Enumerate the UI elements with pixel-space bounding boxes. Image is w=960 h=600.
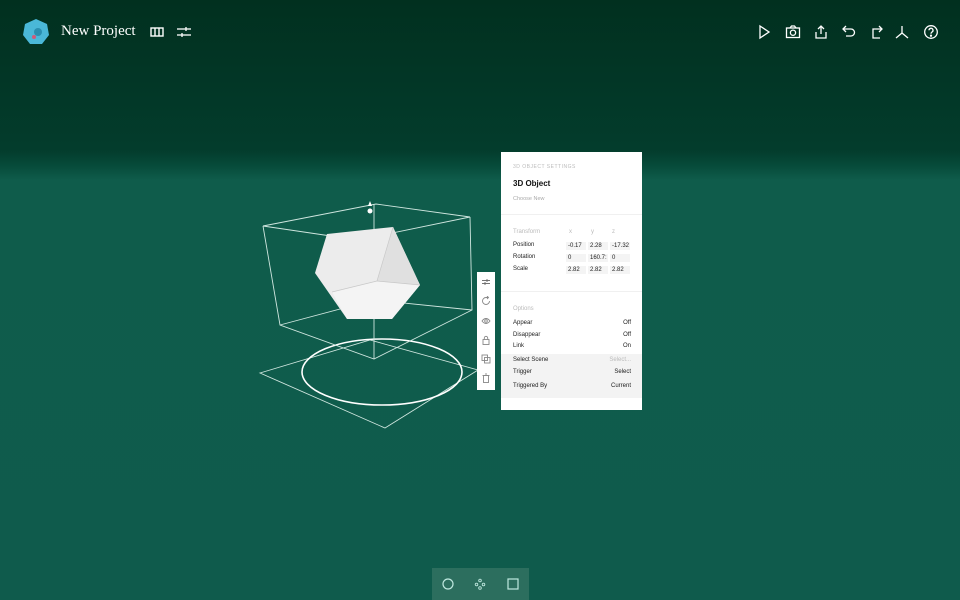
rotation-y-input[interactable]: 160.7: xyxy=(588,254,608,262)
rotation-z-input[interactable]: 0 xyxy=(610,254,630,262)
scale-row: Scale 2.82 2.82 2.82 xyxy=(513,266,631,276)
eye-icon[interactable] xyxy=(481,316,491,326)
select-scene-dropdown[interactable]: Select... xyxy=(609,357,631,363)
lock-icon[interactable] xyxy=(481,335,491,345)
disappear-label: Disappear xyxy=(513,332,541,338)
square-icon[interactable] xyxy=(507,578,519,590)
trigger-label: Trigger xyxy=(513,369,532,375)
position-x-input[interactable]: -0.17 xyxy=(566,242,586,250)
position-y-input[interactable]: 2.28 xyxy=(588,242,608,250)
axis-x-label: x xyxy=(569,229,572,235)
divider xyxy=(501,214,642,215)
rotate-icon[interactable] xyxy=(481,296,491,306)
options-header: Options xyxy=(513,306,631,316)
trigger-row[interactable]: Trigger Select xyxy=(513,369,631,379)
transform-header: Transform x y z xyxy=(513,229,631,239)
circle-icon[interactable] xyxy=(442,578,454,590)
object-toolbar xyxy=(477,272,495,390)
panel-header: 3D OBJECT SETTINGS xyxy=(513,164,576,170)
triggered-by-dropdown[interactable]: Current xyxy=(611,383,631,389)
axis-y-label: y xyxy=(591,229,594,235)
appear-row[interactable]: Appear Off xyxy=(513,320,631,330)
disappear-toggle[interactable]: Off xyxy=(623,332,631,338)
choose-new-link[interactable]: Choose New xyxy=(513,196,545,202)
disappear-row[interactable]: Disappear Off xyxy=(513,332,631,342)
position-row: Position -0.17 2.28 -17.32 xyxy=(513,242,631,252)
link-toggle[interactable]: On xyxy=(623,343,631,349)
position-label: Position xyxy=(513,242,535,248)
select-scene-row[interactable]: Select Scene Select... xyxy=(513,357,631,367)
triggered-by-label: Triggered By xyxy=(513,383,548,389)
scale-label: Scale xyxy=(513,266,529,272)
scale-z-input[interactable]: 2.82 xyxy=(610,266,630,274)
object-settings-panel: 3D OBJECT SETTINGS 3D Object Choose New … xyxy=(501,152,642,410)
trash-icon[interactable] xyxy=(481,373,491,383)
rotation-row: Rotation 0 160.7: 0 xyxy=(513,254,631,264)
scale-y-input[interactable]: 2.82 xyxy=(588,266,608,274)
rotation-x-input[interactable]: 0 xyxy=(566,254,586,262)
duplicate-icon[interactable] xyxy=(481,354,491,364)
link-label: Link xyxy=(513,343,525,349)
rotation-ring[interactable] xyxy=(301,338,463,406)
ground-plane xyxy=(258,339,480,429)
position-z-input[interactable]: -17.32 xyxy=(610,242,630,250)
bottom-toolbar xyxy=(432,568,529,600)
triggered-by-row[interactable]: Triggered By Current xyxy=(513,383,631,393)
dodecahedron-object[interactable] xyxy=(315,226,421,319)
link-row[interactable]: Link On xyxy=(513,343,631,353)
sliders-icon[interactable] xyxy=(481,277,491,287)
transform-label: Transform xyxy=(513,229,541,235)
divider xyxy=(501,291,642,292)
options-label: Options xyxy=(513,306,534,312)
panel-title: 3D Object xyxy=(513,179,551,188)
dots-icon[interactable] xyxy=(474,578,486,590)
appear-label: Appear xyxy=(513,320,533,326)
rotation-label: Rotation xyxy=(513,254,536,260)
select-scene-label: Select Scene xyxy=(513,357,549,363)
trigger-dropdown[interactable]: Select xyxy=(614,369,631,375)
move-handle-icon[interactable] xyxy=(367,201,373,214)
appear-toggle[interactable]: Off xyxy=(623,320,631,326)
axis-z-label: z xyxy=(612,229,615,235)
scale-x-input[interactable]: 2.82 xyxy=(566,266,586,274)
